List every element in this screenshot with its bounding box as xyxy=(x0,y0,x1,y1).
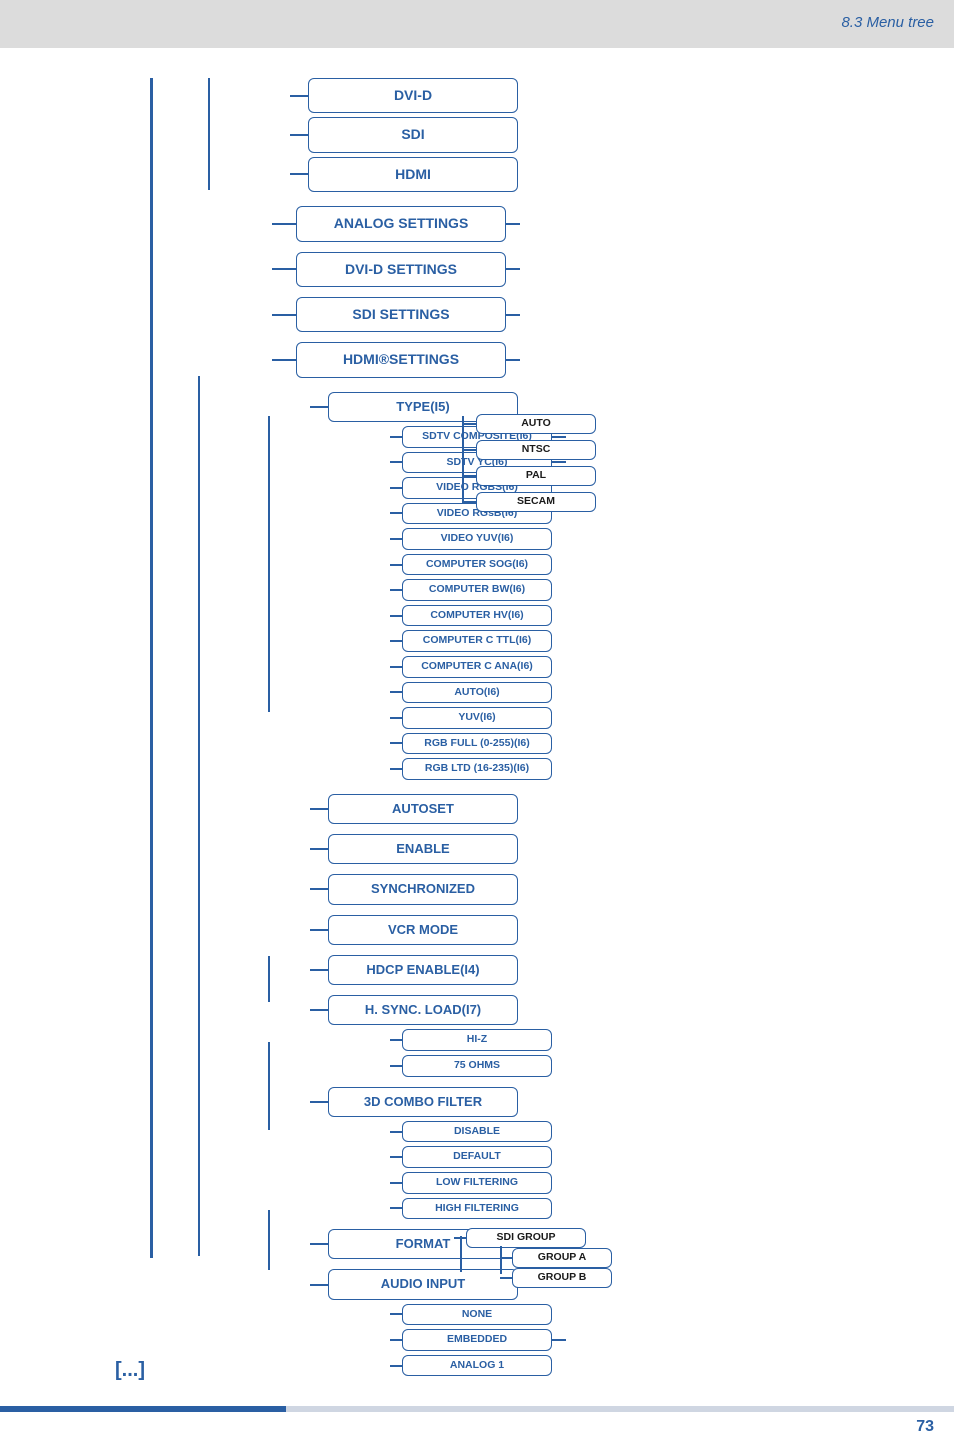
menu-tree-diagram: DVI-D SDI HDMI ANALOG SETTINGS DVI-D SET… xyxy=(0,78,954,1376)
label: NTSC xyxy=(476,440,596,460)
label: 3D COMBO FILTER xyxy=(328,1087,518,1117)
node-sdi-group: SDI GROUP xyxy=(454,1228,586,1248)
node-group-b: GROUP B xyxy=(500,1268,612,1288)
label: AUTO xyxy=(476,414,596,434)
label: ANALOG 1 xyxy=(402,1355,552,1377)
label: SYNCHRONIZED xyxy=(328,874,518,904)
rail-type-children xyxy=(268,416,270,712)
rail-settings-children xyxy=(198,376,200,1256)
node-enable: ENABLE xyxy=(310,834,954,864)
node-3d-combo-filter: 3D COMBO FILTER xyxy=(310,1087,954,1117)
node-computer-hv: COMPUTER HV(I6) xyxy=(390,605,954,627)
node-rgb-full: RGB FULL (0-255)(I6) xyxy=(390,733,954,755)
label: COMPUTER BW(I6) xyxy=(402,579,552,601)
label: ENABLE xyxy=(328,834,518,864)
node-std-secam: SECAM xyxy=(462,492,596,512)
label: SDI SETTINGS xyxy=(296,297,506,332)
node-h-sync-load: H. SYNC. LOAD(I7) xyxy=(310,995,954,1025)
node-dvi-d: DVI-D xyxy=(290,78,954,113)
breadcrumb: 8.3 Menu tree xyxy=(841,14,934,31)
node-75-ohms: 75 OHMS xyxy=(390,1055,954,1077)
label: HDMI®SETTINGS xyxy=(296,342,506,377)
label: HIGH FILTERING xyxy=(402,1198,552,1220)
label: EMBEDDED xyxy=(402,1329,552,1351)
node-std-pal: PAL xyxy=(462,466,596,486)
node-combo-low: LOW FILTERING xyxy=(390,1172,954,1194)
node-hdmi-settings: HDMI®SETTINGS xyxy=(272,342,954,377)
node-combo-default: DEFAULT xyxy=(390,1146,954,1168)
label: LOW FILTERING xyxy=(402,1172,552,1194)
node-computer-c-ana: COMPUTER C ANA(I6) xyxy=(390,656,954,678)
node-autoset: AUTOSET xyxy=(310,794,954,824)
node-format: FORMAT xyxy=(310,1229,954,1259)
rail-hsync xyxy=(268,956,270,1002)
node-hdmi: HDMI xyxy=(290,157,954,192)
node-vcr-mode: VCR MODE xyxy=(310,915,954,945)
label: DEFAULT xyxy=(402,1146,552,1168)
rail-sdi-group xyxy=(460,1236,462,1272)
node-computer-c-ttl: COMPUTER C TTL(I6) xyxy=(390,630,954,652)
node-synchronized: SYNCHRONIZED xyxy=(310,874,954,904)
node-audio-input: AUDIO INPUT xyxy=(310,1269,954,1299)
node-combo-high: HIGH FILTERING xyxy=(390,1198,954,1220)
node-combo-disable: DISABLE xyxy=(390,1121,954,1143)
node-sdi: SDI xyxy=(290,117,954,152)
rail-audio xyxy=(268,1210,270,1270)
label: NONE xyxy=(402,1304,552,1326)
label: GROUP B xyxy=(512,1268,612,1288)
node-audio-none: NONE xyxy=(390,1304,954,1326)
page-number: 73 xyxy=(0,1412,954,1454)
node-sdi-settings: SDI SETTINGS xyxy=(272,297,954,332)
node-analog-settings: ANALOG SETTINGS xyxy=(272,206,954,241)
label: SDI xyxy=(308,117,518,152)
label: 75 OHMS xyxy=(402,1055,552,1077)
header-bar: 8.3 Menu tree xyxy=(0,0,954,48)
node-type: TYPE(I5) xyxy=(310,392,954,422)
node-group-a: GROUP A xyxy=(500,1248,612,1268)
tree-root-rail xyxy=(150,78,153,1258)
node-computer-bw: COMPUTER BW(I6) xyxy=(390,579,954,601)
label: DVI-D SETTINGS xyxy=(296,252,506,287)
label: DISABLE xyxy=(402,1121,552,1143)
label: PAL xyxy=(476,466,596,486)
continuation-marker: [...] xyxy=(115,1359,145,1382)
label: VIDEO YUV(I6) xyxy=(402,528,552,550)
label: AUTO(I6) xyxy=(402,682,552,704)
label: YUV(I6) xyxy=(402,707,552,729)
label: HI-Z xyxy=(402,1029,552,1051)
node-video-yuv: VIDEO YUV(I6) xyxy=(390,528,954,550)
label: RGB FULL (0-255)(I6) xyxy=(402,733,552,755)
label: SDI GROUP xyxy=(466,1228,586,1248)
rail-combo xyxy=(268,1042,270,1130)
node-std-ntsc: NTSC xyxy=(462,440,596,460)
label: COMPUTER SOG(I6) xyxy=(402,554,552,576)
label: RGB LTD (16-235)(I6) xyxy=(402,758,552,780)
label: H. SYNC. LOAD(I7) xyxy=(328,995,518,1025)
node-computer-sog: COMPUTER SOG(I6) xyxy=(390,554,954,576)
label: DVI-D xyxy=(308,78,518,113)
node-type-auto: AUTO(I6) xyxy=(390,682,954,704)
node-audio-embedded: EMBEDDED xyxy=(390,1329,954,1351)
label: ANALOG SETTINGS xyxy=(296,206,506,241)
label: COMPUTER C ANA(I6) xyxy=(402,656,552,678)
label: AUDIO INPUT xyxy=(328,1269,518,1299)
label: COMPUTER HV(I6) xyxy=(402,605,552,627)
label: SECAM xyxy=(476,492,596,512)
node-audio-analog1: ANALOG 1 xyxy=(390,1355,954,1377)
label: HDMI xyxy=(308,157,518,192)
label: COMPUTER C TTL(I6) xyxy=(402,630,552,652)
node-type-yuv: YUV(I6) xyxy=(390,707,954,729)
node-dvi-d-settings: DVI-D SETTINGS xyxy=(272,252,954,287)
node-hdcp-enable: HDCP ENABLE(I4) xyxy=(310,955,954,985)
node-rgb-ltd: RGB LTD (16-235)(I6) xyxy=(390,758,954,780)
node-std-auto: AUTO xyxy=(462,414,596,434)
rail-inputs xyxy=(208,78,210,190)
label: VCR MODE xyxy=(328,915,518,945)
label: HDCP ENABLE(I4) xyxy=(328,955,518,985)
label: GROUP A xyxy=(512,1248,612,1268)
node-hi-z: HI-Z xyxy=(390,1029,954,1051)
label: AUTOSET xyxy=(328,794,518,824)
